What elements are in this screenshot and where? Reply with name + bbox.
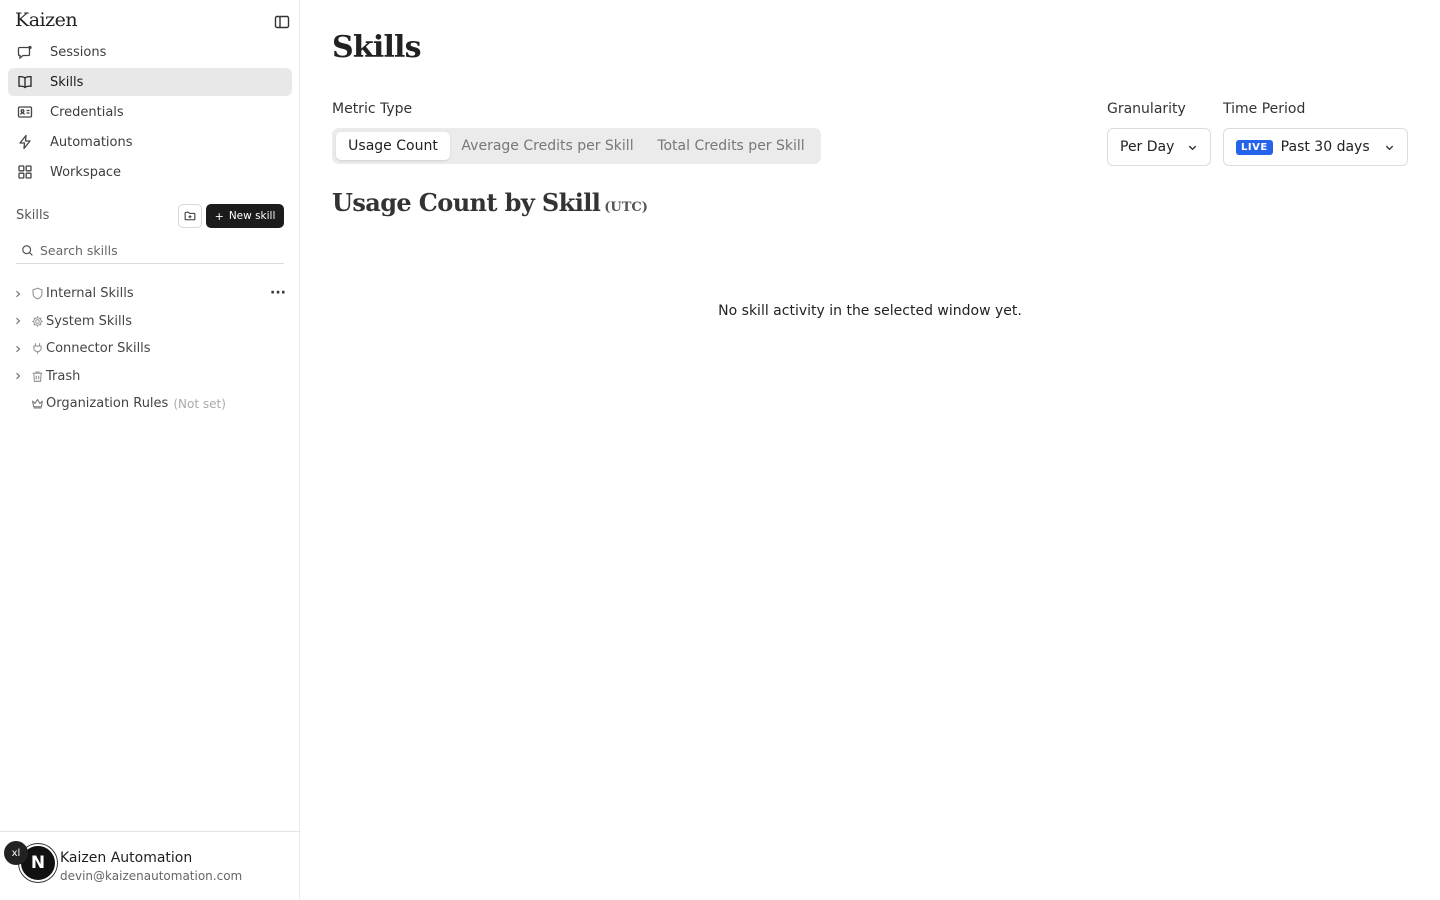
search-icon [22, 244, 33, 256]
chart-timezone: (UTC) [604, 200, 648, 215]
more-options-icon[interactable]: ··· [270, 285, 286, 301]
tree-item-internal-skills[interactable]: Internal Skills ··· [10, 280, 290, 308]
crown-icon [28, 396, 46, 412]
time-period-select[interactable]: LIVE Past 30 days [1223, 128, 1408, 166]
nav-item-sessions[interactable]: Sessions [8, 38, 292, 66]
chevron-down-icon [1385, 145, 1394, 151]
tab-usage-count[interactable]: Usage Count [336, 132, 450, 160]
folder-plus-icon [184, 211, 196, 221]
search-input[interactable] [40, 242, 270, 258]
chart-title: Usage Count by Skill (UTC) [332, 188, 648, 217]
sidebar-toggle-icon[interactable] [272, 12, 292, 32]
book-icon [16, 73, 34, 91]
sidebar-header: Kaizen [0, 0, 300, 42]
nav-label: Credentials [50, 104, 124, 120]
chevron-down-icon [1188, 145, 1197, 151]
plug-icon [28, 341, 46, 357]
not-set-note: (Not set) [173, 396, 226, 411]
nav-label: Automations [50, 134, 133, 150]
main-content: Skills Metric Type Usage Count Average C… [332, 0, 1412, 900]
chart-title-text: Usage Count by Skill [332, 188, 601, 217]
metric-type-tabs: Usage Count Average Credits per Skill To… [332, 128, 821, 164]
nav-item-skills[interactable]: Skills [8, 68, 292, 96]
user-email: devin@kaizenautomation.com [60, 869, 243, 883]
time-period-label: Time Period [1223, 101, 1306, 117]
user-name: Kaizen Automation [60, 850, 193, 866]
plus-icon: + [214, 209, 224, 223]
chat-bubble-icon [16, 43, 34, 61]
chevron-right-icon[interactable] [10, 345, 26, 353]
shield-icon [28, 286, 46, 302]
live-badge: LIVE [1236, 139, 1273, 155]
sidebar: Kaizen Sessions Skills Credentials Autom… [0, 0, 300, 900]
new-folder-button[interactable] [178, 204, 202, 228]
skills-tree: Internal Skills ··· System Skills Connec… [10, 280, 290, 418]
tree-item-system-skills[interactable]: System Skills [10, 308, 290, 336]
nav-label: Workspace [50, 164, 122, 180]
tree-item-label: Internal Skills [46, 286, 134, 302]
nav-label: Sessions [50, 44, 107, 60]
tree-item-label: System Skills [46, 313, 132, 329]
lightning-icon [16, 133, 34, 151]
granularity-value: Per Day [1120, 139, 1175, 155]
granularity-label: Granularity [1107, 101, 1186, 117]
nav-item-automations[interactable]: Automations [8, 128, 292, 156]
size-badge: xl [4, 841, 28, 865]
skills-search [16, 237, 284, 264]
empty-state-message: No skill activity in the selected window… [718, 303, 1022, 319]
main-nav: Sessions Skills Credentials Automations … [8, 38, 292, 188]
tab-total-credits[interactable]: Total Credits per Skill [645, 132, 817, 160]
skills-section-title: Skills [16, 208, 50, 223]
new-skill-button[interactable]: + New skill [206, 204, 284, 228]
granularity-select[interactable]: Per Day [1107, 128, 1211, 166]
user-profile[interactable]: N Kaizen Automation devin@kaizenautomati… [0, 831, 300, 900]
new-skill-label: New skill [228, 210, 276, 222]
tree-item-label: Trash [46, 368, 81, 384]
nav-label: Skills [50, 74, 84, 90]
tree-item-label: Organization Rules [46, 396, 169, 412]
metric-type-label: Metric Type [332, 101, 413, 117]
chevron-right-icon[interactable] [10, 372, 26, 380]
tree-item-label: Connector Skills [46, 341, 151, 357]
skills-section-header: Skills + New skill [16, 203, 284, 229]
page-title: Skills [332, 30, 422, 65]
grid-icon [16, 163, 34, 181]
chevron-right-icon[interactable] [10, 290, 26, 298]
trash-icon [28, 368, 46, 384]
nav-item-credentials[interactable]: Credentials [8, 98, 292, 126]
tree-item-connector-skills[interactable]: Connector Skills [10, 335, 290, 363]
chevron-right-icon[interactable] [10, 317, 26, 325]
gear-icon [28, 313, 46, 329]
nav-item-workspace[interactable]: Workspace [8, 158, 292, 186]
tree-item-trash[interactable]: Trash [10, 363, 290, 391]
tab-average-credits[interactable]: Average Credits per Skill [452, 132, 643, 160]
brand-logo[interactable]: Kaizen [15, 9, 78, 31]
id-card-icon [16, 103, 34, 121]
time-period-value: Past 30 days [1280, 139, 1370, 155]
tree-item-organization-rules[interactable]: Organization Rules (Not set) [10, 390, 290, 418]
